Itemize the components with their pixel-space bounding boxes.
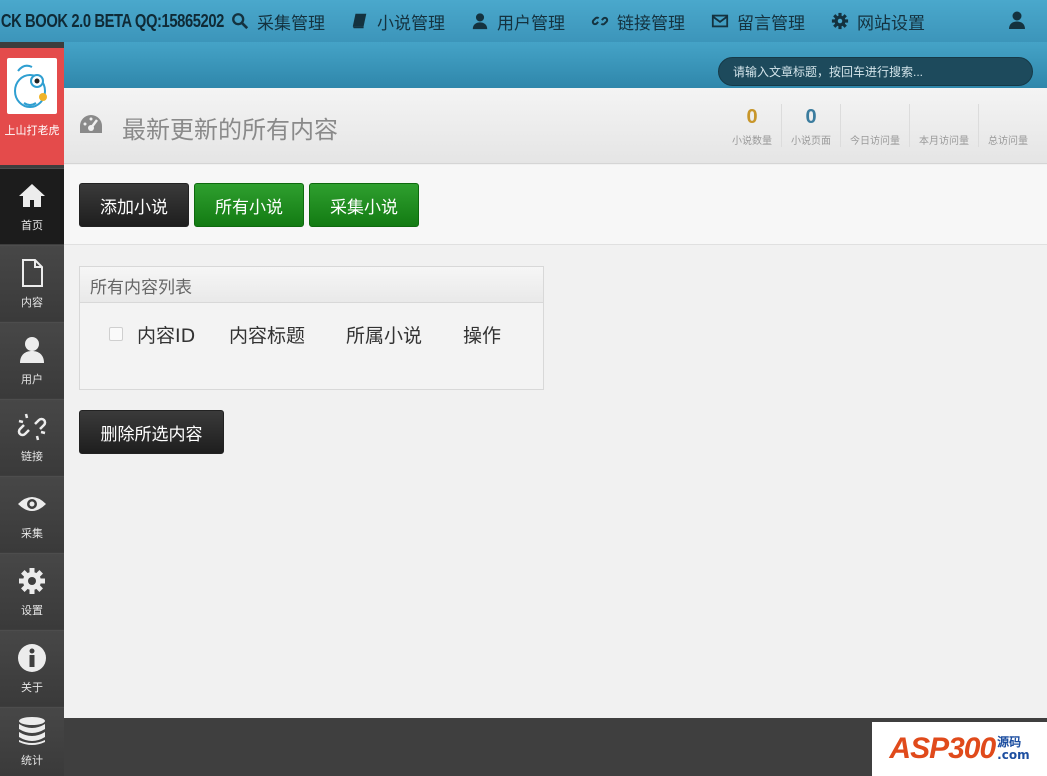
top-navbar: CK BOOK 2.0 BETA QQ:15865202 采集管理 小说管理 用… [0, 0, 1047, 42]
select-all-checkbox[interactable] [109, 327, 123, 341]
search-bar [64, 42, 1047, 88]
sidebar-item-label: 统计 [21, 754, 43, 767]
gear-icon [831, 12, 849, 30]
file-icon [22, 258, 43, 287]
sidebar-item-stats[interactable]: 统计 [0, 707, 64, 776]
stats-panel: 0 小说数量 0 小说页面 今日访问量 本月访问量 总访问量 [723, 104, 1037, 147]
mail-icon [711, 14, 729, 28]
stat-label: 本月访问量 [919, 136, 969, 147]
nav-messages-label: 留言管理 [737, 13, 805, 34]
panel-title: 所有内容列表 [80, 267, 543, 303]
sidebar-item-home[interactable]: 首页 [0, 168, 64, 244]
column-header-actions: 操作 [463, 325, 502, 347]
nav-links-label: 链接管理 [617, 13, 685, 34]
nav-users-label: 用户管理 [497, 13, 565, 34]
user-icon [20, 336, 44, 363]
logo-side-line-2: .com [997, 748, 1030, 762]
user-menu-button[interactable] [1007, 10, 1027, 30]
sidebar-item-collect[interactable]: 采集 [0, 476, 64, 552]
stat-label: 总访问量 [988, 136, 1028, 147]
sidebar-item-label: 采集 [21, 526, 43, 540]
search-input[interactable] [718, 57, 1033, 86]
unlink-icon [17, 413, 47, 440]
page-header: 最新更新的所有内容 0 小说数量 0 小说页面 今日访问量 本月访问量 总访问量 [64, 88, 1047, 164]
sidebar-item-label: 首页 [21, 218, 43, 232]
sidebar-item-label: 链接 [21, 449, 43, 463]
nav-collect-label: 采集管理 [257, 13, 325, 34]
content-list-panel: 所有内容列表 内容ID 内容标题 所属小说 操作 [79, 266, 544, 390]
all-novels-button[interactable]: 所有小说 [194, 183, 304, 227]
watermark-logo: ASP300 源码 .com [872, 722, 1047, 776]
sidebar-item-content[interactable]: 内容 [0, 245, 64, 321]
nav-settings[interactable]: 网站设置 [831, 9, 925, 34]
stat-label: 今日访问量 [850, 136, 900, 147]
nav-users[interactable]: 用户管理 [471, 9, 565, 34]
table-header: 内容ID 内容标题 所属小说 操作 [80, 319, 543, 349]
cartoon-avatar-icon [14, 64, 47, 108]
nav-links[interactable]: 链接管理 [591, 9, 685, 34]
stat-value: 0 [805, 106, 817, 128]
avatar [7, 58, 57, 114]
sidebar-item-label: 用户 [21, 372, 43, 386]
sidebar-item-links[interactable]: 链接 [0, 399, 64, 475]
book-icon [352, 13, 367, 29]
sidebar-item-label: 设置 [21, 603, 43, 617]
sidebar-item-label: 内容 [21, 295, 43, 309]
database-icon [19, 717, 45, 745]
user-icon [1009, 11, 1025, 29]
stat-month-visits: 本月访问量 [909, 104, 978, 147]
sidebar-item-settings[interactable]: 设置 [0, 553, 64, 629]
brand-title: CK BOOK 2.0 BETA QQ:15865202 [0, 10, 225, 31]
logo-side-line-1: 源码 [997, 735, 1022, 749]
nav-novels-label: 小说管理 [377, 13, 445, 34]
column-header-title: 内容标题 [229, 325, 306, 347]
stat-value [988, 104, 1028, 130]
sidebar-item-about[interactable]: 关于 [0, 630, 64, 706]
stat-value [850, 104, 900, 130]
stat-value [919, 104, 969, 130]
dashboard-icon [78, 113, 104, 135]
user-icon [472, 13, 488, 30]
info-icon [18, 643, 46, 672]
add-novel-button[interactable]: 添加小说 [79, 183, 189, 227]
stat-value: 0 [746, 106, 758, 128]
nav-messages[interactable]: 留言管理 [711, 9, 805, 34]
home-icon [19, 183, 45, 207]
sidebar-item-label: 关于 [21, 680, 43, 694]
sidebar-item-users[interactable]: 用户 [0, 322, 64, 398]
stat-total-visits: 总访问量 [978, 104, 1037, 147]
stat-today-visits: 今日访问量 [840, 104, 909, 147]
delete-selected-button[interactable]: 删除所选内容 [79, 410, 224, 454]
user-profile[interactable]: 上山打老虎 [0, 48, 64, 165]
logo-text: ASP300 [889, 732, 996, 765]
action-bar: 添加小说 所有小说 采集小说 [64, 165, 1047, 245]
gear-icon [19, 567, 45, 594]
eye-icon [18, 496, 46, 511]
stat-label: 小说页面 [791, 136, 831, 147]
column-header-id: 内容ID [137, 325, 196, 347]
nav-settings-label: 网站设置 [857, 13, 925, 34]
column-header-novel: 所属小说 [346, 325, 423, 347]
nav-novels[interactable]: 小说管理 [351, 9, 445, 34]
search-icon [232, 13, 249, 30]
logo-side-text: 源码 .com [997, 736, 1029, 762]
collect-novels-button[interactable]: 采集小说 [309, 183, 419, 227]
stat-novel-pages: 0 小说页面 [781, 104, 840, 147]
sidebar: 上山打老虎 首页 内容 用户 链接 采集 设置 关于 统计 [0, 42, 64, 776]
user-name: 上山打老虎 [4, 124, 60, 137]
stat-novel-count: 0 小说数量 [723, 104, 781, 147]
nav-collect[interactable]: 采集管理 [231, 9, 325, 34]
stat-label: 小说数量 [732, 136, 772, 147]
link-icon [591, 16, 609, 26]
page-title: 最新更新的所有内容 [122, 116, 338, 144]
